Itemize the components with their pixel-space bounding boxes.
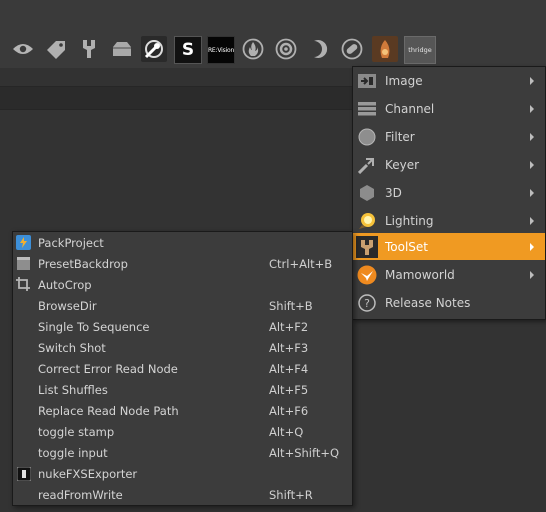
s-logo-icon[interactable]: S [174, 36, 202, 64]
submenu-item-toggle-input[interactable]: toggle input Alt+Shift+Q [13, 442, 352, 463]
menu-item-channel[interactable]: Channel [353, 95, 545, 122]
menu-item-label: Filter [385, 129, 415, 144]
submenu-item-shortcut: Alt+F5 [269, 382, 309, 397]
wrench-icon[interactable] [76, 36, 102, 62]
submenu-item-shortcut: Alt+Shift+Q [269, 445, 340, 460]
menu-item-mamoworld[interactable]: Mamoworld [353, 261, 545, 288]
packproject-icon [16, 235, 31, 250]
submenu-item-label: BrowseDir [38, 298, 97, 313]
channel-icon [356, 98, 378, 120]
submenu-item-browsedir[interactable]: BrowseDir Shift+B [13, 295, 352, 316]
eye-icon[interactable] [10, 36, 36, 62]
box-icon[interactable] [109, 36, 135, 62]
pill-icon[interactable] [339, 36, 365, 62]
revision-text: RE:Vision [207, 46, 235, 54]
submenu-item-label: readFromWrite [38, 487, 123, 502]
submenu-item-shortcut: Shift+R [269, 487, 313, 502]
submenu-item-correct-error-read-node[interactable]: Correct Error Read Node Alt+F4 [13, 358, 352, 379]
menu-item-toolset[interactable]: ToolSet [353, 233, 545, 260]
toolbar: S RE:Vision thridge [0, 0, 546, 68]
submenu-item-toggle-stamp[interactable]: toggle stamp Alt+Q [13, 421, 352, 442]
revision-icon[interactable]: RE:Vision [207, 36, 235, 64]
3d-cube-icon [356, 182, 378, 204]
submenu-item-label: PresetBackdrop [38, 256, 128, 271]
submenu-arrow-icon [530, 132, 534, 141]
submenu-item-label: Single To Sequence [38, 319, 150, 334]
submenu-item-single-to-sequence[interactable]: Single To Sequence Alt+F2 [13, 316, 352, 337]
submenu-arrow-icon [530, 76, 534, 85]
globe-wrench-icon[interactable] [141, 36, 167, 62]
submenu-item-label: toggle stamp [38, 424, 115, 439]
submenu-arrow-icon [530, 216, 534, 225]
help-icon: ? [356, 292, 378, 314]
submenu-item-presetbackdrop[interactable]: PresetBackdrop Ctrl+Alt+B [13, 253, 352, 274]
nodes-menu: Image Channel Filter Keyer 3D Lighting T… [352, 66, 546, 320]
submenu-item-label: PackProject [38, 235, 104, 250]
menu-item-label: Mamoworld [385, 267, 455, 282]
menu-item-release-notes[interactable]: ? Release Notes [353, 289, 545, 316]
submenu-item-shortcut: Ctrl+Alt+B [269, 256, 333, 271]
filter-icon [356, 126, 378, 148]
submenu-item-shortcut: Alt+F4 [269, 361, 309, 376]
menu-item-lighting[interactable]: Lighting [353, 207, 545, 234]
exporter-icon [16, 466, 31, 481]
svg-text:?: ? [364, 297, 370, 310]
eye-fire-icon[interactable] [372, 36, 398, 62]
autocrop-icon [16, 277, 31, 292]
menu-item-label: Keyer [385, 157, 420, 172]
menu-item-label: Image [385, 73, 423, 88]
submenu-item-shortcut: Alt+F6 [269, 403, 309, 418]
submenu-item-shortcut: Alt+Q [269, 424, 304, 439]
submenu-item-packproject[interactable]: PackProject [13, 232, 352, 253]
submenu-arrow-icon [530, 160, 534, 169]
keyer-icon [356, 154, 378, 176]
submenu-item-label: AutoCrop [38, 277, 92, 292]
submenu-arrow-icon [530, 104, 534, 113]
mamoworld-icon [356, 264, 378, 286]
submenu-item-label: List Shuffles [38, 382, 108, 397]
submenu-item-label: Correct Error Read Node [38, 361, 178, 376]
submenu-arrow-icon [530, 270, 534, 279]
tag-icon[interactable] [43, 36, 69, 62]
menu-item-label: Release Notes [385, 295, 471, 310]
submenu-item-list-shuffles[interactable]: List Shuffles Alt+F5 [13, 379, 352, 400]
submenu-item-switch-shot[interactable]: Switch Shot Alt+F3 [13, 337, 352, 358]
submenu-item-shortcut: Alt+F3 [269, 340, 309, 355]
submenu-item-nukefxsexporter[interactable]: nukeFXSExporter [13, 463, 352, 484]
gear-icon[interactable] [273, 36, 299, 62]
properties-strip [0, 86, 360, 110]
submenu-item-shortcut: Shift+B [269, 298, 313, 313]
menu-item-filter[interactable]: Filter [353, 123, 545, 150]
submenu-item-label: nukeFXSExporter [38, 466, 138, 481]
image-icon [356, 70, 378, 92]
lighting-icon [356, 210, 378, 232]
menu-item-3d[interactable]: 3D [353, 179, 545, 206]
submenu-item-label: Replace Read Node Path [38, 403, 179, 418]
backdrop-icon [16, 256, 31, 271]
submenu-item-label: Switch Shot [38, 340, 106, 355]
submenu-arrow-icon [530, 242, 534, 251]
submenu-arrow-icon [530, 188, 534, 197]
s-logo-text: S [181, 40, 195, 60]
menu-item-label: Channel [385, 101, 435, 116]
menu-item-label: Lighting [385, 213, 434, 228]
fire-icon[interactable] [240, 36, 266, 62]
menu-item-label: 3D [385, 185, 402, 200]
menu-item-label: ToolSet [385, 239, 429, 254]
thridge-icon[interactable]: thridge [404, 36, 436, 64]
submenu-item-shortcut: Alt+F2 [269, 319, 309, 334]
submenu-item-replace-read-node-path[interactable]: Replace Read Node Path Alt+F6 [13, 400, 352, 421]
submenu-item-label: toggle input [38, 445, 108, 460]
toolset-submenu: PackProject PresetBackdrop Ctrl+Alt+B Au… [12, 231, 353, 506]
menu-item-keyer[interactable]: Keyer [353, 151, 545, 178]
toolset-icon [356, 235, 378, 258]
menu-item-image[interactable]: Image [353, 67, 545, 94]
thridge-text: thridge [408, 46, 432, 54]
moon-icon[interactable] [306, 36, 332, 62]
submenu-item-readfromwrite[interactable]: readFromWrite Shift+R [13, 484, 352, 505]
submenu-item-autocrop[interactable]: AutoCrop [13, 274, 352, 295]
